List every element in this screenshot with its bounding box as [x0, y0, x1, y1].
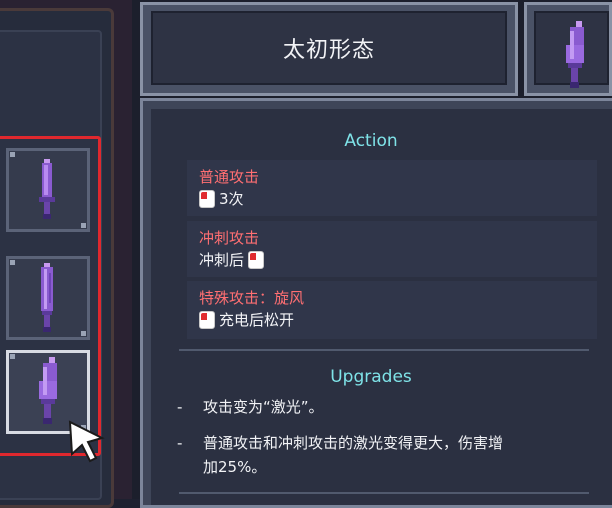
- attack-name: 普通攻击: [199, 168, 260, 186]
- weapon-icon-box: [534, 11, 609, 88]
- detail-frame: Action 普通攻击 3次 冲刺攻击 冲刺后 特殊攻击：旋风 充电后松开 Up…: [140, 98, 612, 508]
- mouse-button-icon: [199, 310, 215, 329]
- attack-desc-text: 冲刺后: [199, 251, 245, 269]
- section-divider: [179, 492, 589, 494]
- attack-special: 特殊攻击：旋风 充电后松开: [187, 281, 597, 339]
- upgrade-text-line-1: 普通攻击和冲刺攻击的激光变得更大，伤害增: [203, 434, 504, 452]
- attack-desc-text: 3次: [219, 190, 244, 208]
- upgrade-text: 攻击变为“激光”。: [203, 398, 324, 416]
- attack-desc: 充电后松开: [199, 309, 294, 330]
- inventory-slot-2[interactable]: [6, 256, 90, 340]
- title-frame: 太初形态: [140, 2, 518, 96]
- cursor-arrow-icon: [68, 420, 105, 463]
- purple-sword-icon: [566, 21, 584, 88]
- bullet: -: [177, 434, 183, 452]
- purple-sword-icon: [39, 159, 55, 219]
- upgrade-text-line-2: 加25%。: [203, 458, 267, 476]
- upgrade-item: - 攻击变为“激光”。: [177, 395, 597, 419]
- bullet: -: [177, 398, 183, 416]
- mouse-button-icon: [199, 189, 215, 208]
- attack-name: 冲刺攻击: [199, 229, 260, 247]
- purple-sword-icon: [41, 263, 53, 332]
- weapon-icon-frame: [524, 2, 612, 96]
- attack-dash: 冲刺攻击 冲刺后: [187, 221, 597, 277]
- upgrade-item: - 普通攻击和冲刺攻击的激光变得更大，伤害增 加25%。: [177, 431, 597, 479]
- section-divider: [179, 349, 589, 351]
- inventory-slot-1[interactable]: [6, 148, 90, 232]
- action-heading: Action: [344, 131, 398, 151]
- weapon-title: 太初形态: [282, 38, 375, 63]
- attack-desc: 3次: [199, 188, 244, 209]
- attack-desc-text: 充电后松开: [219, 311, 295, 329]
- attack-normal: 普通攻击 3次: [187, 160, 597, 216]
- title-box: 太初形态: [151, 11, 507, 85]
- attack-desc: 冲刺后: [199, 249, 265, 270]
- upgrades-heading: Upgrades: [330, 367, 412, 387]
- mouse-button-icon: [248, 250, 265, 269]
- detail-content: Action 普通攻击 3次 冲刺攻击 冲刺后 特殊攻击：旋风 充电后松开 Up…: [151, 109, 612, 505]
- attack-name: 特殊攻击：旋风: [199, 289, 305, 307]
